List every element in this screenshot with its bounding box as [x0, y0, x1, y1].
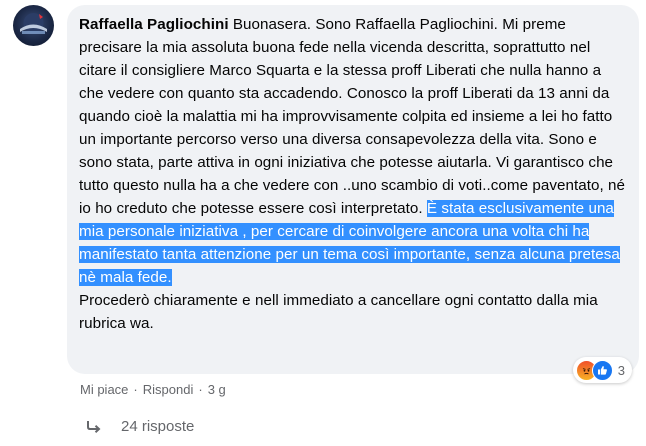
reply-arrow-icon — [87, 420, 101, 433]
comment-author[interactable]: Raffaella Pagliochini — [79, 16, 229, 33]
replies-count-label[interactable]: 24 risposte — [121, 418, 194, 435]
separator: · — [133, 382, 138, 397]
like-button[interactable]: Mi piace — [80, 382, 128, 397]
comment-timestamp[interactable]: 3 g — [208, 382, 226, 397]
comment-text: Buonasera. Sono Raffaella Pagliochini. M… — [79, 16, 626, 217]
comment-actions: Mi piace · Rispondi · 3 g — [80, 382, 226, 397]
reactions-summary[interactable]: 3 — [572, 357, 632, 383]
comment-body: Raffaella Pagliochini Buonasera. Sono Ra… — [79, 13, 627, 335]
reaction-count: 3 — [617, 362, 625, 378]
comment-text-closing: Procederò chiaramente e nell immediato a… — [79, 292, 598, 332]
separator: · — [198, 382, 203, 397]
avatar[interactable] — [13, 5, 54, 46]
comment-bubble: Raffaella Pagliochini Buonasera. Sono Ra… — [67, 5, 639, 383]
like-icon — [591, 359, 613, 381]
view-replies-button[interactable]: 24 risposte — [86, 418, 194, 435]
reply-button[interactable]: Rispondi — [143, 382, 194, 397]
